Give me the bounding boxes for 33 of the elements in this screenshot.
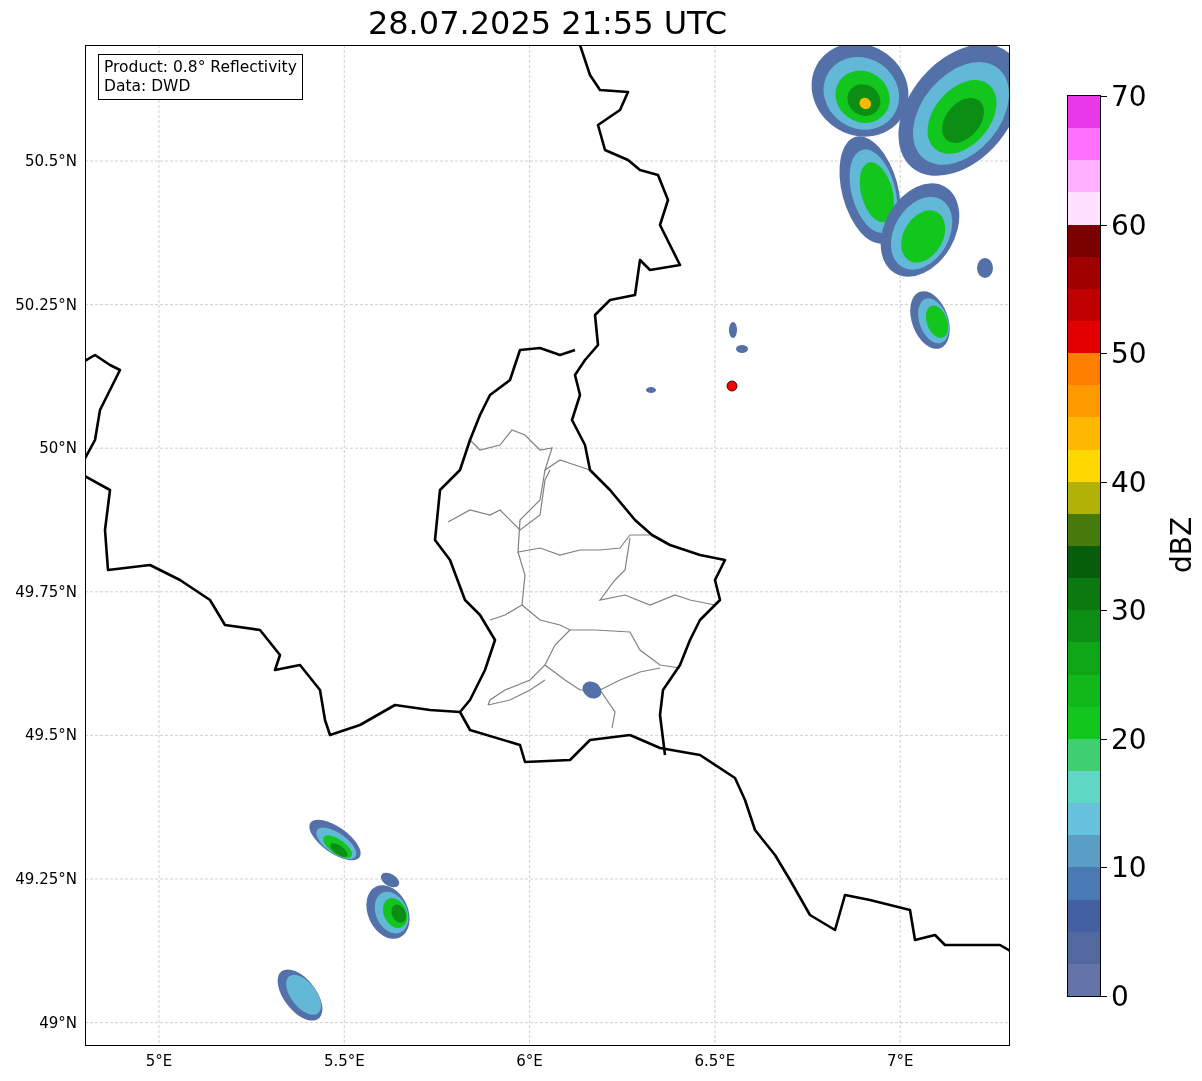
latitude-label: 49°N xyxy=(39,1013,77,1032)
latitude-label: 50°N xyxy=(39,439,77,458)
scale-label: 0 xyxy=(1111,979,1129,1013)
radar-site-marker xyxy=(726,380,738,392)
radar-echo xyxy=(277,969,323,1021)
longitude-label: 7°E xyxy=(886,1052,914,1070)
latitude-label: 49.5°N xyxy=(24,726,77,745)
longitude-label: 5°E xyxy=(145,1052,173,1070)
radar-echo xyxy=(977,258,993,278)
latitude-label: 50.5°N xyxy=(24,152,77,170)
scale-label: 30 xyxy=(1111,593,1147,627)
longitude-label: 6°E xyxy=(516,1052,543,1070)
latitude-label: 50.25°N xyxy=(15,295,77,314)
scale-label: 20 xyxy=(1111,722,1147,756)
scale-label: 10 xyxy=(1111,850,1147,884)
radar-echo xyxy=(646,387,656,393)
scale-label: 60 xyxy=(1111,208,1147,242)
info-text: Product: 0.8° Reflectivity xyxy=(104,58,297,77)
radar-echo xyxy=(582,681,602,699)
scale-title: dBZ xyxy=(1164,516,1198,574)
longitude-label: 6.5°E xyxy=(694,1052,736,1070)
scale-label: 70 xyxy=(1111,79,1147,113)
scale-label: 50 xyxy=(1111,336,1147,370)
latitude-label: 49.75°N xyxy=(15,582,77,601)
info-text: Data: DWD xyxy=(104,77,192,96)
longitude-label: 5.5°E xyxy=(323,1052,365,1070)
radar-echo xyxy=(309,819,361,861)
radar-echo xyxy=(910,291,950,349)
radar-echo xyxy=(736,345,748,353)
chart-title: 28.07.2025 21:55 UTC xyxy=(366,3,729,44)
scale-label: 40 xyxy=(1111,465,1147,499)
latitude-label: 49.25°N xyxy=(15,870,77,888)
radar-echo xyxy=(729,322,737,338)
